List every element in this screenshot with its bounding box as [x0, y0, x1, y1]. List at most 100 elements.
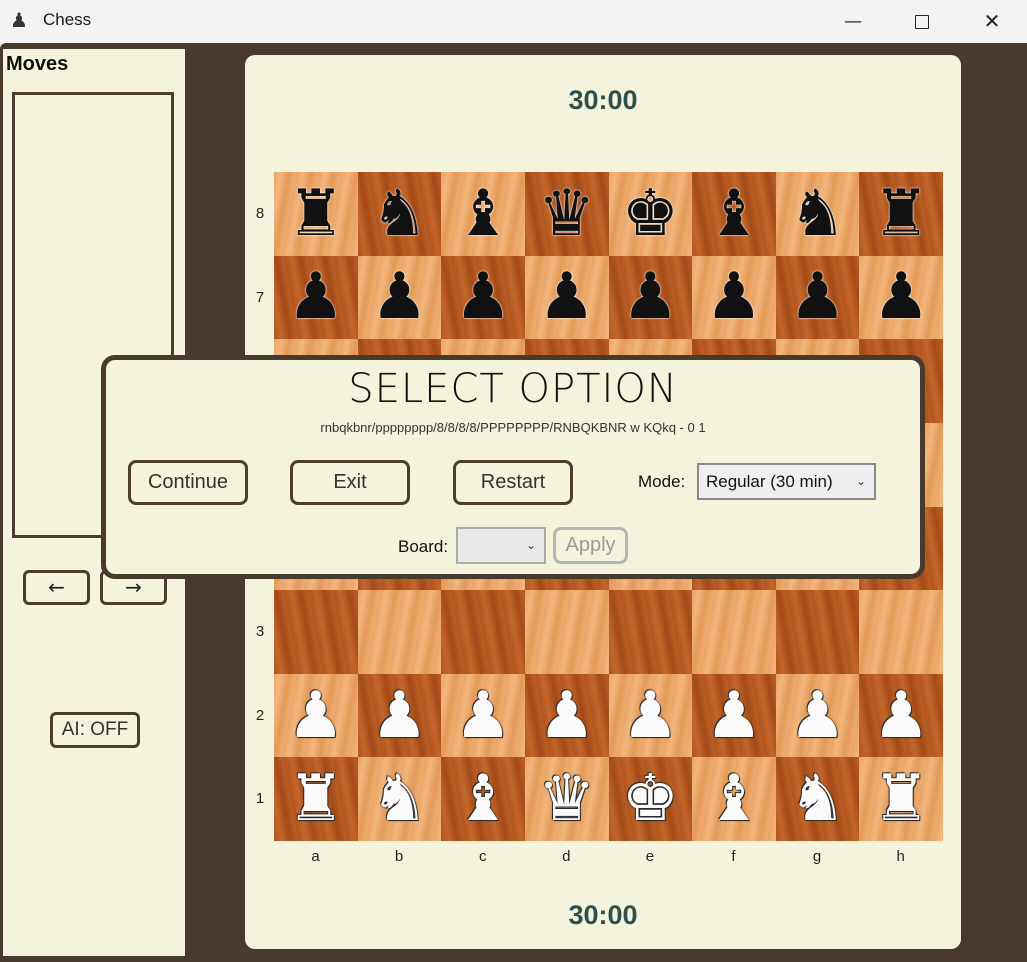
file-label: b: [394, 848, 404, 865]
square-g1[interactable]: ♞: [775, 757, 860, 841]
square-a8[interactable]: ♜: [274, 172, 358, 256]
white-pawn-icon[interactable]: ♟: [873, 684, 930, 748]
black-pawn-icon[interactable]: ♟: [454, 265, 511, 329]
black-rook-icon[interactable]: ♜: [287, 182, 344, 246]
white-pawn-icon[interactable]: ♟: [371, 684, 428, 748]
continue-button[interactable]: Continue: [128, 460, 248, 505]
ai-toggle-button[interactable]: AI: OFF: [50, 712, 140, 748]
top-timer: 30:00: [568, 85, 638, 115]
rank-label: 1: [255, 790, 265, 808]
square-c7[interactable]: ♟: [441, 255, 525, 340]
square-d2[interactable]: ♟: [524, 673, 609, 758]
black-knight-icon[interactable]: ♞: [371, 182, 428, 246]
dialog-title: SELECT OPTION: [348, 366, 678, 412]
white-bishop-icon[interactable]: ♝: [705, 767, 762, 831]
white-knight-icon[interactable]: ♞: [789, 767, 846, 831]
black-knight-icon[interactable]: ♞: [789, 182, 846, 246]
board-select[interactable]: ⌄: [456, 527, 546, 564]
square-a2[interactable]: ♟: [274, 673, 358, 758]
square-e7[interactable]: ♟: [608, 255, 693, 340]
square-b2[interactable]: ♟: [357, 673, 442, 758]
black-pawn-icon[interactable]: ♟: [371, 265, 428, 329]
black-king-icon[interactable]: ♚: [622, 182, 679, 246]
square-b1[interactable]: ♞: [357, 757, 442, 841]
square-d3[interactable]: [524, 590, 609, 674]
square-f1[interactable]: ♝: [692, 757, 776, 841]
close-button[interactable]: ✕: [957, 0, 1027, 43]
white-pawn-icon[interactable]: ♟: [287, 684, 344, 748]
square-g3[interactable]: [775, 590, 860, 674]
black-pawn-icon[interactable]: ♟: [287, 265, 344, 329]
previous-move-button[interactable]: ←: [23, 570, 90, 605]
square-e3[interactable]: [608, 590, 693, 674]
square-c1[interactable]: ♝: [441, 757, 525, 841]
black-queen-icon[interactable]: ♛: [538, 182, 595, 246]
black-bishop-icon[interactable]: ♝: [705, 182, 762, 246]
square-b3[interactable]: [357, 590, 442, 674]
square-d8[interactable]: ♛: [524, 172, 609, 256]
restart-button[interactable]: Restart: [453, 460, 573, 505]
white-pawn-icon[interactable]: ♟: [538, 684, 595, 748]
square-h8[interactable]: ♜: [859, 172, 943, 256]
black-pawn-icon[interactable]: ♟: [622, 265, 679, 329]
square-e8[interactable]: ♚: [608, 172, 693, 256]
square-b8[interactable]: ♞: [357, 172, 442, 256]
black-bishop-icon[interactable]: ♝: [454, 182, 511, 246]
square-g8[interactable]: ♞: [775, 172, 860, 256]
white-king-icon[interactable]: ♚: [622, 767, 679, 831]
rank-label: 8: [255, 205, 265, 222]
white-pawn-icon[interactable]: ♟: [622, 684, 679, 748]
file-label: c: [478, 848, 487, 865]
square-a1[interactable]: ♜: [274, 757, 358, 841]
file-label: d: [562, 848, 571, 865]
rank-label: 7: [255, 288, 265, 306]
square-h2[interactable]: ♟: [859, 673, 943, 758]
moves-title: Moves: [6, 53, 69, 75]
black-pawn-icon[interactable]: ♟: [538, 265, 595, 329]
square-a7[interactable]: ♟: [274, 255, 358, 340]
white-pawn-icon[interactable]: ♟: [454, 684, 511, 748]
square-g2[interactable]: ♟: [775, 673, 860, 758]
maximize-icon: [915, 15, 929, 29]
square-h3[interactable]: [859, 590, 943, 674]
square-e2[interactable]: ♟: [608, 673, 693, 758]
file-label: g: [812, 848, 822, 865]
square-f7[interactable]: ♟: [692, 255, 776, 340]
black-pawn-icon[interactable]: ♟: [705, 265, 762, 329]
square-c3[interactable]: [441, 590, 525, 674]
black-pawn-icon[interactable]: ♟: [789, 265, 846, 329]
square-d7[interactable]: ♟: [524, 255, 609, 340]
white-rook-icon[interactable]: ♜: [873, 767, 930, 831]
maximize-button[interactable]: [887, 0, 957, 43]
square-c2[interactable]: ♟: [441, 673, 525, 758]
black-rook-icon[interactable]: ♜: [873, 182, 930, 246]
white-knight-icon[interactable]: ♞: [371, 767, 428, 831]
file-label: f: [731, 848, 736, 865]
fen-string: rnbqkbnr/pppppppp/8/8/8/8/PPPPPPPP/RNBQK…: [320, 420, 706, 435]
square-a3[interactable]: [274, 590, 358, 674]
white-bishop-icon[interactable]: ♝: [454, 767, 511, 831]
rank-label: 3: [255, 623, 265, 640]
white-pawn-icon[interactable]: ♟: [789, 684, 846, 748]
square-f8[interactable]: ♝: [692, 172, 776, 256]
white-pawn-icon[interactable]: ♟: [705, 684, 762, 748]
apply-button[interactable]: Apply: [553, 527, 628, 564]
square-b7[interactable]: ♟: [357, 255, 442, 340]
title-bar: ♟ Chess — ✕: [0, 0, 1027, 43]
square-d1[interactable]: ♛: [524, 757, 609, 841]
minimize-button[interactable]: —: [818, 0, 888, 43]
rank-label: 2: [255, 706, 265, 724]
square-e1[interactable]: ♚: [608, 757, 693, 841]
square-f3[interactable]: [692, 590, 776, 674]
square-c8[interactable]: ♝: [441, 172, 525, 256]
mode-select[interactable]: Regular (30 min) ⌄: [697, 463, 876, 500]
square-f2[interactable]: ♟: [692, 673, 776, 758]
square-h7[interactable]: ♟: [859, 255, 943, 340]
white-queen-icon[interactable]: ♛: [538, 767, 595, 831]
square-g7[interactable]: ♟: [775, 255, 860, 340]
exit-button[interactable]: Exit: [290, 460, 410, 505]
white-rook-icon[interactable]: ♜: [287, 767, 344, 831]
chess-pieces-icon: ♟: [10, 8, 28, 32]
square-h1[interactable]: ♜: [859, 757, 943, 841]
black-pawn-icon[interactable]: ♟: [873, 265, 930, 329]
